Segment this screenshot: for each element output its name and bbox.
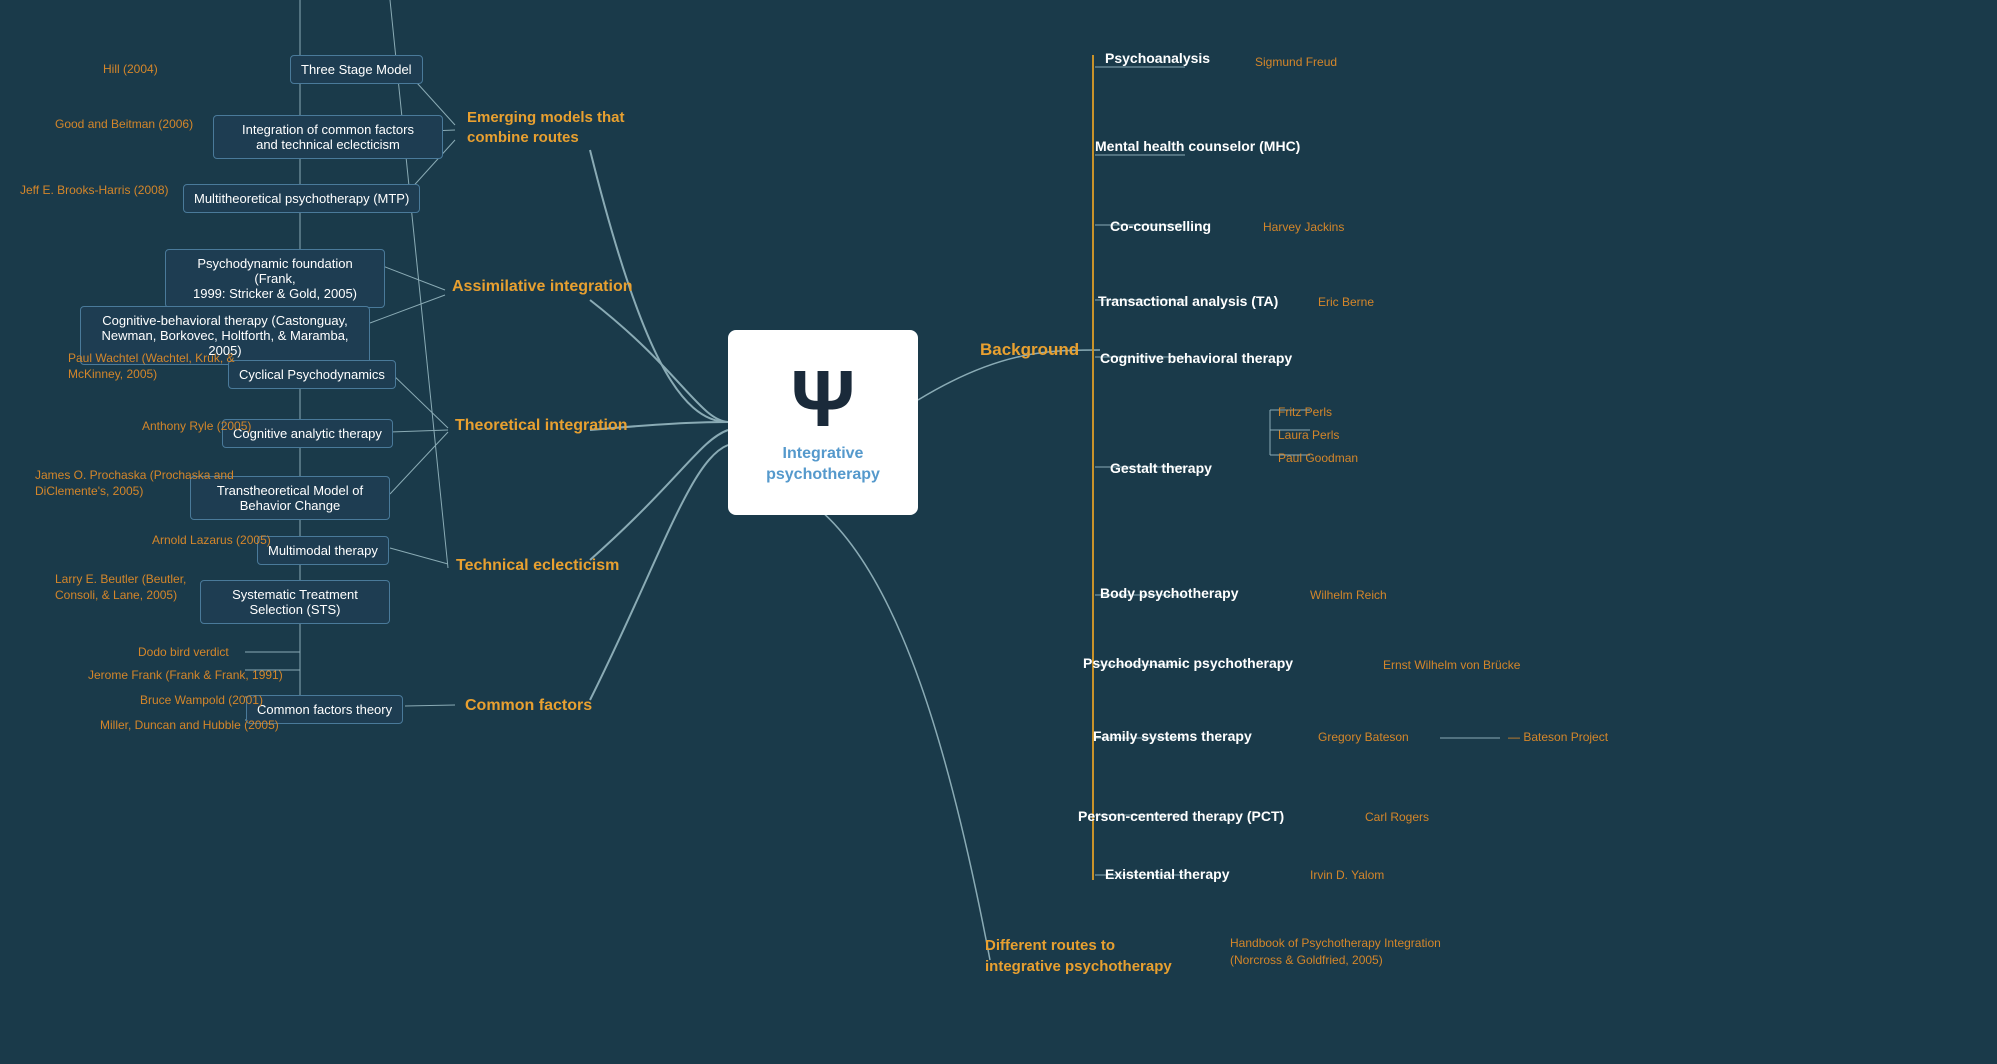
author-brooks-harris: Jeff E. Brooks-Harris (2008) — [20, 183, 169, 197]
author-ryle: Anthony Ryle (2005) — [142, 419, 251, 433]
right-existential: Existential therapy — [1105, 866, 1230, 882]
right-co-counselling: Co-counselling — [1110, 218, 1211, 234]
author-miller: Miller, Duncan and Hubble (2005) — [100, 718, 279, 732]
author-rogers: Carl Rogers — [1365, 810, 1429, 824]
author-jackins: Harvey Jackins — [1263, 220, 1344, 234]
author-von-brucke: Ernst Wilhelm von Brücke — [1383, 658, 1520, 672]
right-transactional: Transactional analysis (TA) — [1098, 293, 1278, 309]
box-multitheoretical: Multitheoretical psychotherapy (MTP) — [183, 184, 420, 213]
right-cbt: Cognitive behavioral therapy — [1100, 350, 1292, 366]
box-multimodal: Multimodal therapy — [257, 536, 389, 565]
right-body: Body psychotherapy — [1100, 585, 1238, 601]
author-good-beitman: Good and Beitman (2006) — [55, 117, 193, 131]
category-common: Common factors — [465, 697, 592, 715]
center-title: Integrativepsychotherapy — [766, 444, 880, 486]
right-person-centered: Person-centered therapy (PCT) — [1078, 808, 1284, 824]
author-prochaska: James O. Prochaska (Prochaska andDiCleme… — [35, 468, 234, 499]
author-berne: Eric Berne — [1318, 295, 1374, 309]
right-mhc: Mental health counselor (MHC) — [1095, 138, 1300, 154]
author-beutler: Larry E. Beutler (Beutler,Consoli, & Lan… — [55, 572, 186, 603]
author-wampold: Bruce Wampold (2001) — [140, 693, 263, 707]
bateson-project: — Bateson Project — [1508, 730, 1608, 744]
category-technical: Technical eclecticism — [456, 557, 619, 575]
right-psychodynamic: Psychodynamic psychotherapy — [1083, 655, 1293, 671]
box-psychodynamic-found: Psychodynamic foundation (Frank,1999: St… — [165, 249, 385, 308]
category-emerging: Emerging models thatcombine routes — [467, 108, 625, 147]
box-cyclical: Cyclical Psychodynamics — [228, 360, 396, 389]
author-goodman: Paul Goodman — [1278, 451, 1358, 465]
center-node: Ψ Integrativepsychotherapy — [728, 330, 918, 515]
author-reich: Wilhelm Reich — [1310, 588, 1387, 602]
author-hill: Hill (2004) — [103, 62, 158, 76]
author-lazarus: Arnold Lazarus (2005) — [152, 533, 271, 547]
category-background: Background — [980, 340, 1079, 360]
box-integration-common: Integration of common factorsand technic… — [213, 115, 443, 159]
category-different-routes: Different routes tointegrative psychothe… — [985, 935, 1172, 977]
author-dodo: Dodo bird verdict — [138, 645, 229, 659]
psi-symbol: Ψ — [791, 359, 856, 439]
right-family: Family systems therapy — [1093, 728, 1252, 744]
handbook-ref: Handbook of Psychotherapy Integration(No… — [1230, 935, 1441, 969]
author-bateson: Gregory Bateson — [1318, 730, 1409, 744]
author-wachtel: Paul Wachtel (Wachtel, Kruk, &McKinney, … — [68, 351, 235, 382]
right-gestalt: Gestalt therapy — [1110, 460, 1212, 476]
box-three-stage: Three Stage Model — [290, 55, 423, 84]
category-assimilative: Assimilative integration — [452, 278, 633, 296]
category-theoretical: Theoretical integration — [455, 417, 627, 435]
author-fritz-perls: Fritz Perls — [1278, 405, 1332, 419]
author-frank: Jerome Frank (Frank & Frank, 1991) — [88, 668, 283, 682]
author-yalom: Irvin D. Yalom — [1310, 868, 1384, 882]
author-laura-perls: Laura Perls — [1278, 428, 1339, 442]
right-psychoanalysis: Psychoanalysis — [1105, 50, 1210, 66]
box-systematic: Systematic TreatmentSelection (STS) — [200, 580, 390, 624]
author-freud: Sigmund Freud — [1255, 55, 1337, 69]
